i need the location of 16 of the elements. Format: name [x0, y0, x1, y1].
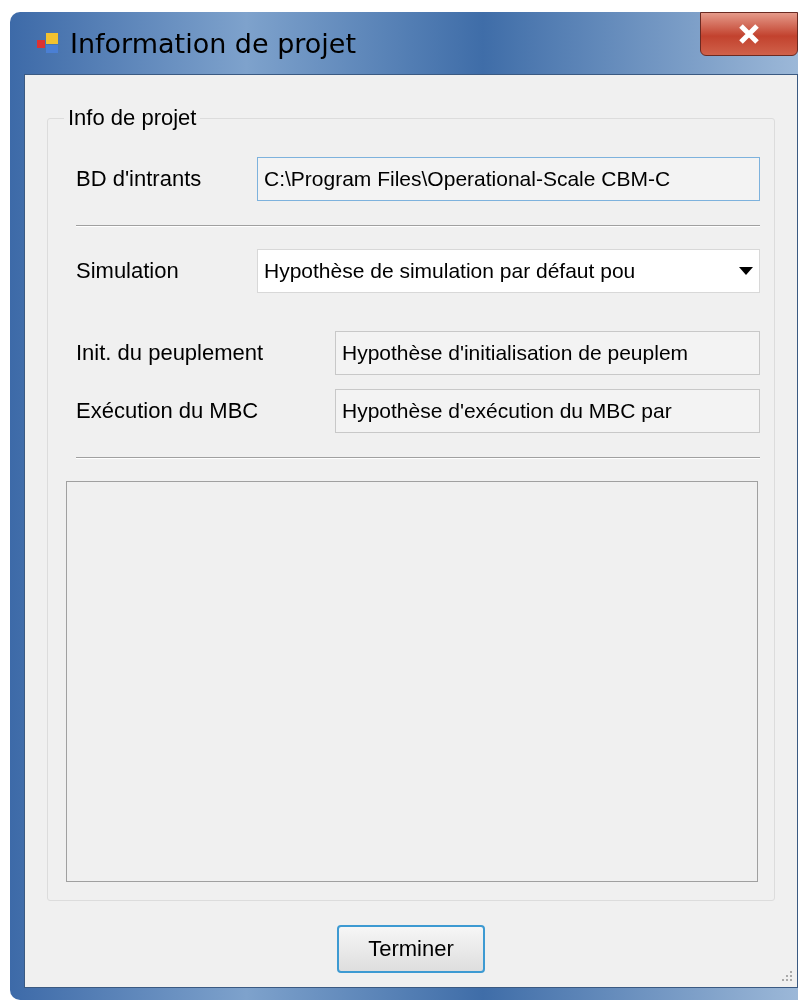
- finish-button[interactable]: Terminer: [337, 925, 485, 973]
- text-field[interactable]: C:\Program Files\Operational-Scale CBM-C: [257, 157, 760, 201]
- close-button[interactable]: [700, 12, 798, 56]
- text-field[interactable]: Hypothèse d'initialisation de peuplem: [335, 331, 760, 375]
- app-icon: [36, 31, 60, 55]
- field-label: BD d'intrants: [76, 166, 202, 192]
- resize-grip-icon: [779, 969, 793, 983]
- text-field[interactable]: Hypothèse d'exécution du MBC par: [335, 389, 760, 433]
- close-icon: [738, 24, 760, 44]
- group-title: Info de projet: [67, 105, 198, 131]
- caret-icon: [739, 267, 753, 275]
- field-label: Exécution du MBC: [76, 398, 259, 424]
- field-label: Init. du peuplement: [76, 340, 264, 366]
- field-label: Simulation: [76, 258, 179, 284]
- dropdown[interactable]: Hypothèse de simulation par défaut pou: [257, 249, 760, 293]
- window-title: Information de projet: [70, 27, 357, 59]
